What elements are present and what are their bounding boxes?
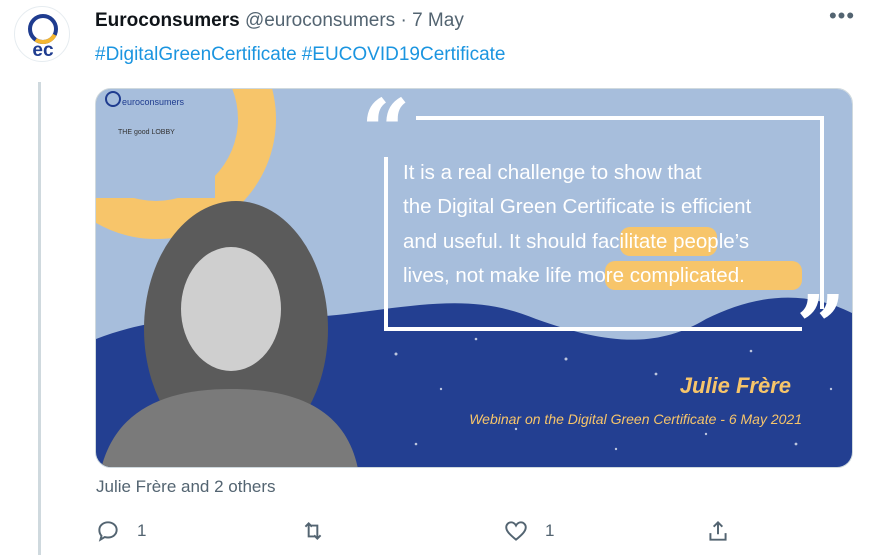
quote-line: and useful. It should facilitate people’… bbox=[403, 230, 749, 253]
tweet-text: #DigitalGreenCertificate #EUCOVID19Certif… bbox=[95, 43, 511, 67]
tweet-header: Euroconsumers @euroconsumers · 7 May bbox=[95, 9, 464, 33]
retweet-icon bbox=[304, 522, 322, 540]
like-icon bbox=[505, 521, 527, 541]
quote-line: lives, not make life more complicated. bbox=[403, 264, 745, 287]
tweet-date[interactable]: 7 May bbox=[412, 10, 464, 31]
avatar[interactable]: ec bbox=[14, 6, 70, 62]
reply-button[interactable]: 1 bbox=[95, 515, 146, 547]
share-button[interactable] bbox=[705, 515, 731, 547]
avatar-text: ec bbox=[32, 40, 54, 61]
event-caption: Webinar on the Digital Green Certificate… bbox=[469, 411, 802, 427]
quote-line: It is a real challenge to show that bbox=[403, 161, 702, 184]
reply-icon bbox=[98, 521, 118, 542]
author-handle[interactable]: @euroconsumers bbox=[245, 10, 395, 31]
tweet-image[interactable]: euroconsumers THE good LOBBY “ ” It is a… bbox=[95, 88, 853, 468]
action-bar: 1 1 bbox=[95, 515, 755, 547]
separator-dot: · bbox=[400, 10, 407, 31]
like-button[interactable]: 1 bbox=[503, 515, 554, 547]
partner-text: THE good LOBBY bbox=[118, 129, 175, 136]
liked-by[interactable]: Julie Frère and 2 others bbox=[96, 477, 276, 497]
tweet: ec Euroconsumers @euroconsumers · 7 May … bbox=[0, 0, 877, 555]
thread-line bbox=[38, 82, 41, 555]
logo-text: euroconsumers bbox=[122, 97, 185, 107]
hashtag-link[interactable]: #EUCOVID19Certificate bbox=[302, 44, 506, 65]
quote-line: the Digital Green Certificate is efficie… bbox=[403, 195, 752, 218]
reply-count: 1 bbox=[137, 521, 147, 540]
more-icon[interactable]: ••• bbox=[826, 2, 858, 34]
close-quote-icon: ” bbox=[796, 277, 845, 378]
author-name[interactable]: Euroconsumers bbox=[95, 10, 240, 31]
like-count: 1 bbox=[545, 521, 555, 540]
retweet-button[interactable] bbox=[300, 515, 326, 547]
speaker-name: Julie Frère bbox=[680, 373, 791, 398]
hashtag-link[interactable]: #DigitalGreenCertificate bbox=[95, 44, 297, 65]
share-icon bbox=[709, 520, 727, 541]
